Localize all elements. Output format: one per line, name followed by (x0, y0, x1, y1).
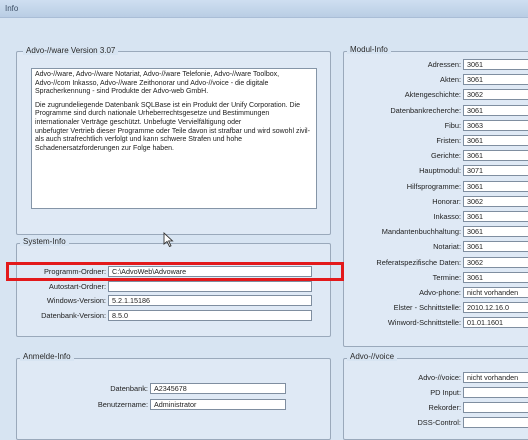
modul-info-field[interactable]: 3061 (463, 59, 528, 70)
modul-info-label: Gerichte: (431, 151, 461, 161)
modul-info-field[interactable]: 3061 (463, 150, 528, 162)
version-panel: Advo-//ware Version 3.07 Advo-//ware, Ad… (16, 46, 331, 235)
modul-info-title: Modul-Info (347, 45, 391, 54)
modul-info-field[interactable]: 3061 (463, 241, 528, 253)
modul-info-label: Mandantenbuchhaltung: (381, 227, 461, 237)
license-paragraph: unbefugter Vertrieb dieser Programme ode… (35, 127, 310, 152)
highlight-box (6, 262, 344, 281)
modul-info-field[interactable]: 3061 (463, 104, 528, 116)
system-info-field[interactable]: 8.5.0 (108, 309, 312, 321)
modul-info-field[interactable]: 3063 (463, 119, 528, 131)
modul-info-label: Elster - Schnittstelle: (393, 303, 461, 313)
modul-info-field[interactable]: 2010.12.16.0 (463, 302, 528, 314)
modul-info-label: Advo-phone: (419, 288, 461, 297)
window-title: Info (5, 4, 19, 13)
modul-info-field[interactable]: 3062 (463, 195, 528, 207)
modul-info-label: Fristen: (436, 136, 461, 145)
system-info-label: Datenbank-Version: (41, 310, 106, 320)
modul-info-label: Fibu: (444, 120, 461, 130)
modul-info-label: Hauptmodul: (419, 166, 461, 176)
advo-voice-field[interactable] (463, 402, 528, 413)
modul-info-label: Inkasso: (433, 212, 461, 221)
modul-info-field[interactable]: 3061 (463, 211, 528, 222)
advo-voice-field[interactable]: nicht vorhanden (463, 372, 528, 383)
modul-info-label: Notariat: (433, 242, 461, 252)
advo-voice-field[interactable] (463, 387, 528, 398)
modul-info-label: Aktengeschichte: (404, 90, 461, 100)
modul-info-field[interactable]: 3061 (463, 135, 528, 146)
license-paragraph: Advo-//ware, Advo-//ware Notariat, Advo-… (35, 71, 280, 96)
anmelde-info-field[interactable]: A2345678 (150, 383, 286, 394)
modul-info-field[interactable]: 3061 (463, 74, 528, 86)
modul-info-label: Datenbankrecherche: (390, 105, 461, 115)
advo-voice-label: PD Input: (430, 388, 461, 397)
advo-voice-label: Rekorder: (428, 403, 461, 412)
anmelde-info-label: Benutzername: (97, 399, 148, 409)
system-info-label: Autostart-Ordner: (48, 281, 106, 291)
modul-info-field[interactable]: 3061 (463, 180, 528, 192)
modul-info-field[interactable]: 01.01.1601 (463, 317, 528, 329)
version-panel-title: Advo-//ware Version 3.07 (23, 46, 119, 55)
modul-info-label: Adressen: (427, 60, 461, 69)
license-text: Advo-//ware, Advo-//ware Notariat, Advo-… (31, 68, 317, 209)
system-info-field[interactable] (108, 280, 312, 292)
modul-info-field[interactable]: 3061 (463, 271, 528, 283)
advo-voice-label: Advo-//voice: (418, 373, 461, 382)
system-info-field[interactable]: 5.2.1.15186 (108, 295, 312, 306)
modul-info-label: Honorar: (432, 196, 461, 206)
modul-info-field[interactable]: 3071 (463, 165, 528, 177)
modul-info-label: Termine: (432, 272, 461, 282)
modul-info-field[interactable]: 3062 (463, 256, 528, 268)
modul-info-field[interactable]: nicht vorhanden (463, 287, 528, 298)
system-info-title: System-Info (20, 237, 69, 246)
modul-info-label: Akten: (440, 75, 461, 85)
advo-voice-field[interactable] (463, 417, 528, 428)
modul-info-label: Winword-Schnittstelle: (387, 318, 461, 328)
modul-info-field[interactable]: 3061 (463, 226, 528, 238)
window-titlebar: Info (0, 0, 528, 18)
modul-info-field[interactable]: 3062 (463, 89, 528, 101)
anmelde-info-title: Anmelde-Info (20, 352, 74, 361)
license-paragraph: Die zugrundeliegende Datenbank SQLBase i… (35, 101, 300, 126)
anmelde-info-label: Datenbank: (110, 384, 148, 393)
advo-voice-title: Advo-//voice (347, 352, 398, 361)
anmelde-info-field[interactable]: Administrator (150, 398, 286, 410)
mouse-pointer-icon (163, 232, 174, 248)
system-info-label: Windows-Version: (46, 296, 106, 305)
modul-info-label: Hilfsprogramme: (406, 181, 461, 191)
modul-info-label: Referatspezifische Daten: (376, 257, 461, 267)
